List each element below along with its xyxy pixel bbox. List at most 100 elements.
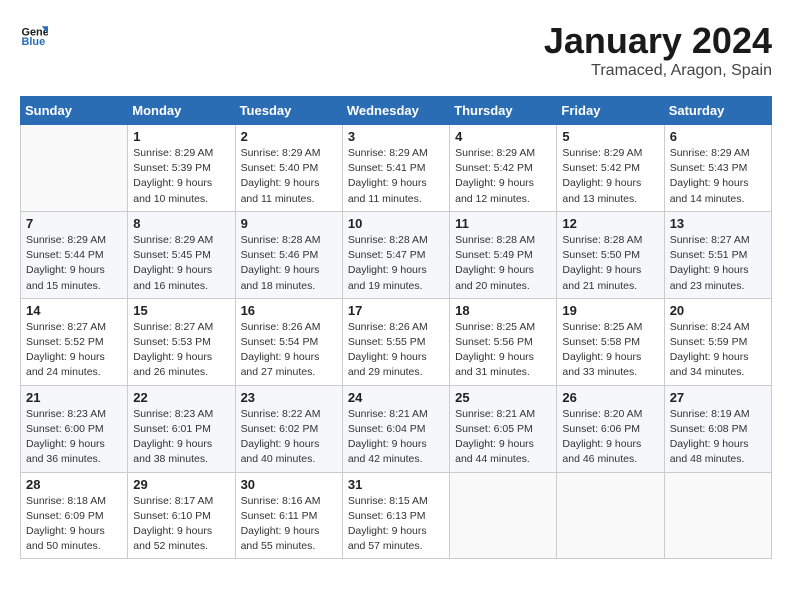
logo: General Blue [20,20,48,48]
calendar-week-4: 21 Sunrise: 8:23 AMSunset: 6:00 PMDayligh… [21,385,772,472]
day-number: 19 [562,303,658,318]
day-number: 16 [241,303,337,318]
page-header: General Blue January 2024 Tramaced, Arag… [20,20,772,80]
calendar-cell: 29 Sunrise: 8:17 AMSunset: 6:10 PMDayligh… [128,472,235,559]
day-number: 3 [348,129,444,144]
calendar-cell: 14 Sunrise: 8:27 AMSunset: 5:52 PMDayligh… [21,298,128,385]
calendar-cell: 15Sunrise: 8:27 AMSunset: 5:53 PMDayligh… [128,298,235,385]
day-info: Sunrise: 8:28 AMSunset: 5:46 PMDaylight:… [241,233,337,294]
day-info: Sunrise: 8:27 AMSunset: 5:51 PMDaylight:… [670,233,766,294]
day-info: Sunrise: 8:18 AMSunset: 6:09 PMDaylight:… [26,494,122,555]
col-header-friday: Friday [557,97,664,125]
day-info: Sunrise: 8:22 AMSunset: 6:02 PMDaylight:… [241,407,337,468]
day-info: Sunrise: 8:19 AMSunset: 6:08 PMDaylight:… [670,407,766,468]
day-info: Sunrise: 8:28 AMSunset: 5:50 PMDaylight:… [562,233,658,294]
calendar-cell: 10Sunrise: 8:28 AMSunset: 5:47 PMDayligh… [342,211,449,298]
day-number: 22 [133,390,229,405]
day-info: Sunrise: 8:29 AMSunset: 5:41 PMDaylight:… [348,146,444,207]
day-info: Sunrise: 8:21 AMSunset: 6:05 PMDaylight:… [455,407,551,468]
calendar-cell: 17 Sunrise: 8:26 AMSunset: 5:55 PMDayligh… [342,298,449,385]
day-info: Sunrise: 8:17 AMSunset: 6:10 PMDaylight:… [133,494,229,555]
calendar-cell: 7 Sunrise: 8:29 AMSunset: 5:44 PMDaylight… [21,211,128,298]
col-header-saturday: Saturday [664,97,771,125]
calendar-cell: 21 Sunrise: 8:23 AMSunset: 6:00 PMDayligh… [21,385,128,472]
day-info: Sunrise: 8:28 AMSunset: 5:49 PMDaylight:… [455,233,551,294]
day-number: 11 [455,216,551,231]
day-info: Sunrise: 8:16 AMSunset: 6:11 PMDaylight:… [241,494,337,555]
day-info: Sunrise: 8:23 AMSunset: 6:00 PMDaylight:… [26,407,122,468]
day-number: 9 [241,216,337,231]
day-number: 30 [241,477,337,492]
calendar-cell: 30 Sunrise: 8:16 AMSunset: 6:11 PMDayligh… [235,472,342,559]
calendar-cell: 24 Sunrise: 8:21 AMSunset: 6:04 PMDayligh… [342,385,449,472]
calendar-cell: 31 Sunrise: 8:15 AMSunset: 6:13 PMDayligh… [342,472,449,559]
day-info: Sunrise: 8:26 AMSunset: 5:54 PMDaylight:… [241,320,337,381]
calendar-cell: 27 Sunrise: 8:19 AMSunset: 6:08 PMDayligh… [664,385,771,472]
calendar-week-5: 28Sunrise: 8:18 AMSunset: 6:09 PMDayligh… [21,472,772,559]
day-number: 31 [348,477,444,492]
calendar-cell: 8 Sunrise: 8:29 AMSunset: 5:45 PMDaylight… [128,211,235,298]
calendar-cell [450,472,557,559]
day-number: 24 [348,390,444,405]
day-number: 27 [670,390,766,405]
calendar-cell: 1Sunrise: 8:29 AMSunset: 5:39 PMDaylight… [128,125,235,212]
day-number: 2 [241,129,337,144]
calendar-cell: 6Sunrise: 8:29 AMSunset: 5:43 PMDaylight… [664,125,771,212]
day-number: 8 [133,216,229,231]
day-info: Sunrise: 8:29 AMSunset: 5:44 PMDaylight:… [26,233,122,294]
calendar-week-2: 7 Sunrise: 8:29 AMSunset: 5:44 PMDaylight… [21,211,772,298]
calendar-cell [21,125,128,212]
calendar-cell: 22 Sunrise: 8:23 AMSunset: 6:01 PMDayligh… [128,385,235,472]
day-info: Sunrise: 8:27 AMSunset: 5:53 PMDaylight:… [133,320,229,381]
day-number: 14 [26,303,122,318]
calendar-cell: 9 Sunrise: 8:28 AMSunset: 5:46 PMDaylight… [235,211,342,298]
calendar-cell: 25Sunrise: 8:21 AMSunset: 6:05 PMDayligh… [450,385,557,472]
calendar-cell: 20Sunrise: 8:24 AMSunset: 5:59 PMDayligh… [664,298,771,385]
day-number: 18 [455,303,551,318]
calendar-cell: 19 Sunrise: 8:25 AMSunset: 5:58 PMDayligh… [557,298,664,385]
logo-icon: General Blue [20,20,48,48]
calendar-cell [664,472,771,559]
title-section: January 2024 Tramaced, Aragon, Spain [544,20,772,80]
calendar-cell: 13 Sunrise: 8:27 AMSunset: 5:51 PMDayligh… [664,211,771,298]
calendar-cell: 11 Sunrise: 8:28 AMSunset: 5:49 PMDayligh… [450,211,557,298]
calendar-table: SundayMondayTuesdayWednesdayThursdayFrid… [20,96,772,559]
day-number: 7 [26,216,122,231]
day-info: Sunrise: 8:26 AMSunset: 5:55 PMDaylight:… [348,320,444,381]
col-header-wednesday: Wednesday [342,97,449,125]
day-info: Sunrise: 8:29 AMSunset: 5:39 PMDaylight:… [133,146,229,207]
col-header-tuesday: Tuesday [235,97,342,125]
day-info: Sunrise: 8:27 AMSunset: 5:52 PMDaylight:… [26,320,122,381]
location-subtitle: Tramaced, Aragon, Spain [544,62,772,80]
day-info: Sunrise: 8:15 AMSunset: 6:13 PMDaylight:… [348,494,444,555]
day-info: Sunrise: 8:21 AMSunset: 6:04 PMDaylight:… [348,407,444,468]
calendar-week-1: 1Sunrise: 8:29 AMSunset: 5:39 PMDaylight… [21,125,772,212]
day-info: Sunrise: 8:23 AMSunset: 6:01 PMDaylight:… [133,407,229,468]
day-info: Sunrise: 8:20 AMSunset: 6:06 PMDaylight:… [562,407,658,468]
day-number: 21 [26,390,122,405]
day-number: 23 [241,390,337,405]
calendar-cell: 5Sunrise: 8:29 AMSunset: 5:42 PMDaylight… [557,125,664,212]
day-number: 26 [562,390,658,405]
day-number: 17 [348,303,444,318]
calendar-cell: 12 Sunrise: 8:28 AMSunset: 5:50 PMDayligh… [557,211,664,298]
calendar-week-3: 14 Sunrise: 8:27 AMSunset: 5:52 PMDayligh… [21,298,772,385]
day-number: 12 [562,216,658,231]
day-number: 13 [670,216,766,231]
col-header-thursday: Thursday [450,97,557,125]
svg-text:Blue: Blue [22,36,46,48]
calendar-cell: 3 Sunrise: 8:29 AMSunset: 5:41 PMDaylight… [342,125,449,212]
day-number: 6 [670,129,766,144]
calendar-cell: 4Sunrise: 8:29 AMSunset: 5:42 PMDaylight… [450,125,557,212]
day-number: 29 [133,477,229,492]
day-number: 5 [562,129,658,144]
day-info: Sunrise: 8:25 AMSunset: 5:58 PMDaylight:… [562,320,658,381]
day-number: 10 [348,216,444,231]
calendar-cell: 18Sunrise: 8:25 AMSunset: 5:56 PMDayligh… [450,298,557,385]
day-info: Sunrise: 8:29 AMSunset: 5:45 PMDaylight:… [133,233,229,294]
month-year-title: January 2024 [544,20,772,62]
day-info: Sunrise: 8:24 AMSunset: 5:59 PMDaylight:… [670,320,766,381]
col-header-sunday: Sunday [21,97,128,125]
calendar-cell: 16 Sunrise: 8:26 AMSunset: 5:54 PMDayligh… [235,298,342,385]
calendar-cell: 26 Sunrise: 8:20 AMSunset: 6:06 PMDayligh… [557,385,664,472]
